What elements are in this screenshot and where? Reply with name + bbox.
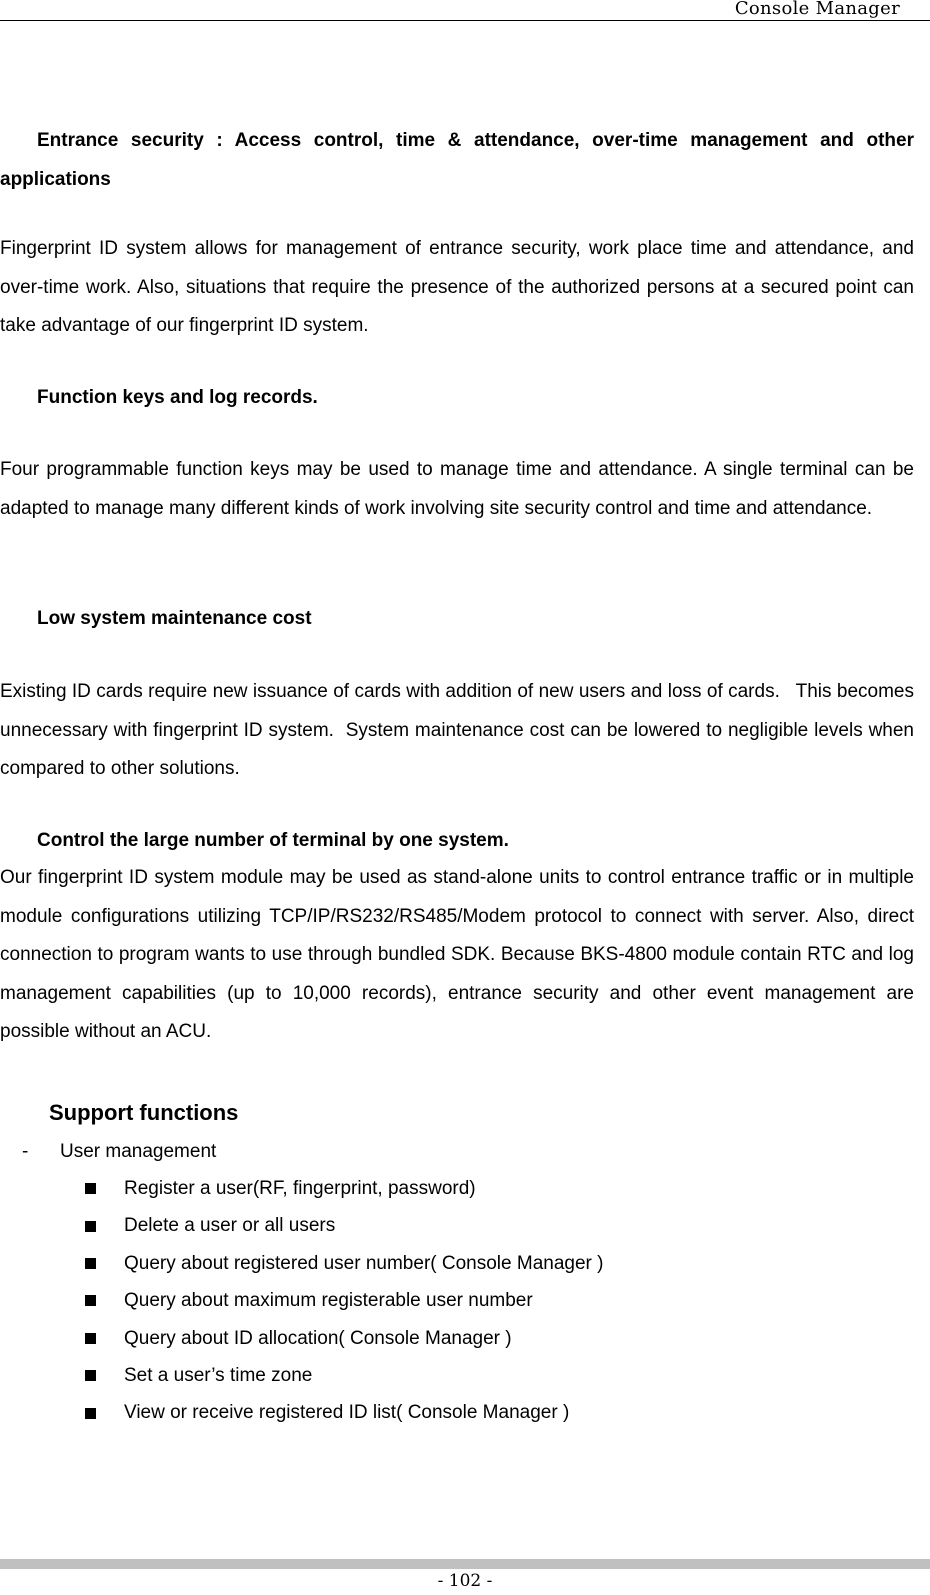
user-management-group: - User management: [22, 1140, 216, 1164]
dash-marker: -: [22, 1141, 29, 1162]
list-item-text: Query about ID allocation( Console Manag…: [124, 1327, 512, 1349]
section-body-maintenance-cost: Existing ID cards require new issuance o…: [0, 681, 920, 779]
list-item-text: Query about registered user number( Cons…: [124, 1252, 604, 1274]
square-bullet-icon: [85, 1257, 96, 1269]
section-heading-terminal-control: Control the large number of terminal by …: [37, 830, 509, 851]
section-body-function-keys: Four programmable function keys may be u…: [0, 459, 914, 519]
list-item: Query about ID allocation( Console Manag…: [85, 1320, 603, 1357]
list-item-text: Query about maximum registerable user nu…: [124, 1290, 533, 1312]
user-management-label: User management: [60, 1141, 217, 1162]
list-item: Query about maximum registerable user nu…: [85, 1282, 603, 1319]
square-bullet-icon: [85, 1183, 96, 1195]
square-bullet-icon: [85, 1332, 96, 1344]
section-heading-maintenance-cost: Low system maintenance cost: [37, 608, 312, 629]
list-item: View or receive registered ID list( Cons…: [85, 1394, 603, 1431]
square-bullet-icon: [85, 1220, 96, 1232]
list-item-text: Set a user’s time zone: [124, 1364, 313, 1386]
section-heading-function-keys: Function keys and log records.: [37, 387, 318, 408]
list-item: Register a user(RF, fingerprint, passwor…: [85, 1170, 603, 1207]
list-item-text: View or receive registered ID list( Cons…: [124, 1402, 570, 1424]
support-functions-title: Support functions: [49, 1100, 239, 1125]
page-number: - 102 -: [437, 1571, 493, 1591]
section-body-entrance-security: Fingerprint ID system allows for managem…: [0, 238, 914, 336]
list-item-text: Delete a user or all users: [124, 1215, 336, 1237]
page-header: Console Manager: [0, 0, 930, 21]
list-item-text: Register a user(RF, fingerprint, passwor…: [124, 1178, 476, 1199]
square-bullet-icon: [85, 1370, 96, 1382]
section-heading-entrance-security: Entrance security : Access control, time…: [0, 130, 914, 190]
list-item: Delete a user or all users: [85, 1207, 603, 1244]
square-bullet-icon: [85, 1295, 96, 1307]
list-item: Set a user’s time zone: [85, 1357, 603, 1394]
header-title: Console Manager: [734, 0, 900, 19]
section-body-terminal-control: Our fingerprint ID system module may be …: [0, 867, 914, 1042]
square-bullet-icon: [85, 1407, 96, 1419]
list-item: Query about registered user number( Cons…: [85, 1245, 603, 1282]
footer-divider: [0, 1559, 930, 1569]
user-management-list: Register a user(RF, fingerprint, passwor…: [85, 1170, 603, 1432]
